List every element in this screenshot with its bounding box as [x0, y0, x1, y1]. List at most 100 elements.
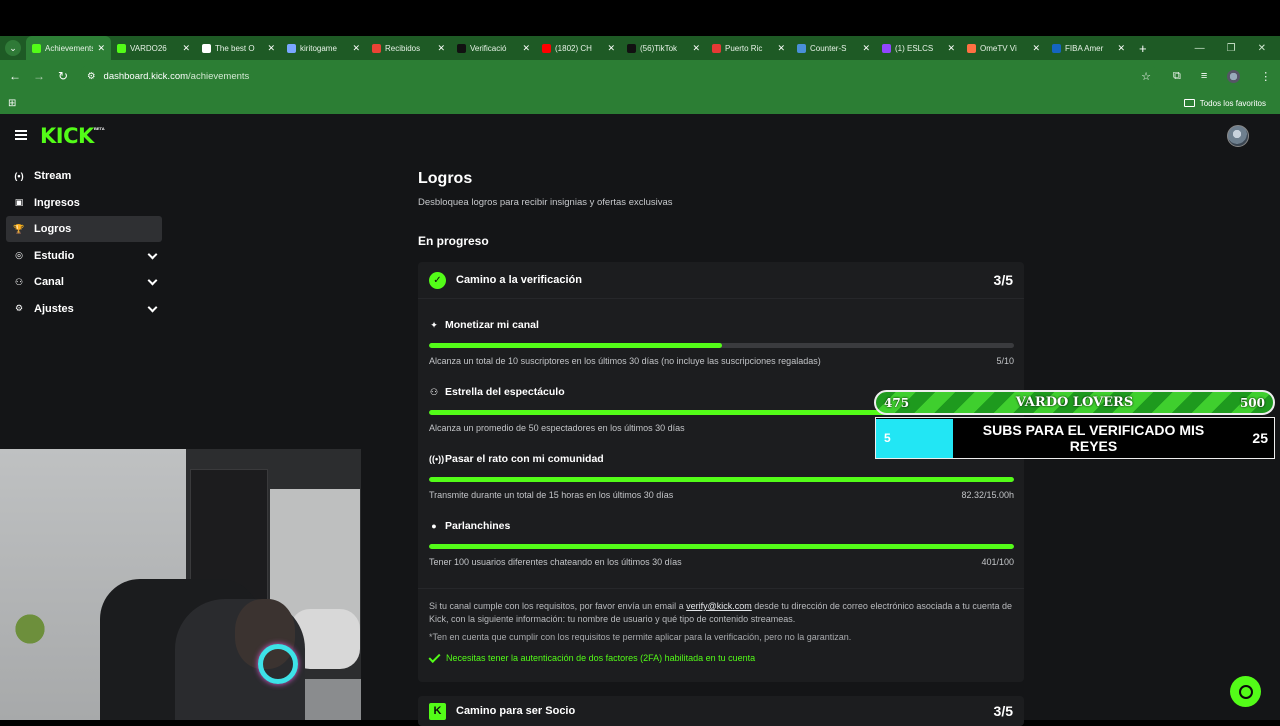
goal-progress-bar — [429, 343, 1014, 348]
goal-title-text: Monetizar mi canal — [445, 319, 539, 331]
reload-button[interactable]: ↻ — [51, 69, 75, 83]
tab-title: (1802) CH — [555, 43, 592, 53]
sidebar-item-estudio[interactable]: ◎ Estudio — [6, 243, 162, 269]
tab-list: Achievements ✕ VARDO26 ✕ The best O ✕ kiritoga… — [26, 36, 1131, 60]
verify-goal-overlay: 5 SUBS PARA EL VERIFICADO MIS REYES 25 — [875, 417, 1275, 459]
sidebar-item-stream[interactable]: (•) Stream — [6, 163, 162, 189]
live-icon: ((•)) — [429, 454, 445, 464]
more-menu-icon[interactable]: ⋮ — [1260, 70, 1271, 83]
tab-favicon-icon — [712, 43, 721, 53]
sidebar-item-canal[interactable]: ⚇ Canal — [6, 269, 162, 295]
card-header[interactable]: ✓ Camino a la verificación 3/5 — [418, 262, 1024, 299]
folder-icon — [1183, 99, 1195, 107]
minimize-icon[interactable]: — — [1195, 43, 1205, 54]
goal-description: Tener 100 usuarios diferentes chateando … — [429, 557, 682, 567]
profile-avatar[interactable] — [1227, 69, 1241, 83]
browser-tab[interactable]: (1802) CH ✕ — [536, 36, 621, 60]
browser-tab[interactable]: FIBA Amer ✕ — [1046, 36, 1131, 60]
goal-progress-fill — [429, 544, 1014, 549]
maximize-icon[interactable]: ❐ — [1227, 43, 1236, 54]
tab-title: Recibidos — [385, 43, 421, 53]
browser-tab[interactable]: (1) ESLCS ✕ — [876, 36, 961, 60]
all-bookmarks-button[interactable]: Todos los favoritos — [1183, 99, 1280, 108]
tab-title: The best O — [215, 43, 255, 53]
tab-favicon-icon — [627, 43, 636, 53]
browser-tab[interactable]: (56)TikTok ✕ — [621, 36, 706, 60]
address-toolbar: ← → ↻ ⚙ dashboard.kick.com/achievements … — [0, 60, 1280, 92]
gear-icon: ⚙ — [14, 303, 24, 313]
page-subtitle: Desbloquea logros para recibir insignias… — [418, 197, 673, 208]
check-icon — [428, 650, 441, 663]
sidebar-item-ingresos[interactable]: ▣ Ingresos — [6, 190, 162, 216]
url-host: dashboard.kick.com — [103, 70, 189, 82]
chevron-down-icon[interactable] — [147, 302, 158, 312]
verified-badge-icon: ✓ — [429, 271, 446, 289]
goal-value: 401/100 — [981, 557, 1014, 567]
browser-tab[interactable]: VARDO26 ✕ — [111, 36, 196, 60]
close-tab-icon[interactable]: ✕ — [182, 43, 190, 54]
tab-favicon-icon — [882, 43, 891, 53]
tab-favicon-icon — [542, 43, 551, 53]
user-avatar[interactable] — [1227, 125, 1249, 147]
top-nav: KICK BETA — [0, 114, 1280, 158]
menu-icon[interactable] — [15, 130, 27, 140]
media-control-icon[interactable]: ≡ — [1201, 70, 1207, 82]
close-tab-icon[interactable]: ✕ — [1032, 43, 1040, 54]
forward-button[interactable]: → — [27, 69, 51, 83]
close-tab-icon[interactable]: ✕ — [777, 43, 785, 54]
section-title: En progreso — [418, 234, 489, 248]
close-tab-icon[interactable]: ✕ — [437, 43, 445, 54]
extensions-icon[interactable]: ⧉ — [1173, 70, 1181, 83]
new-tab-button[interactable]: + — [1131, 41, 1155, 56]
twofa-requirement: Necesitas tener la autenticación de dos … — [428, 650, 1014, 663]
url-path: /achievements — [188, 70, 250, 82]
back-button[interactable]: ← — [3, 69, 27, 83]
browser-tab[interactable]: kiritogame ✕ — [281, 36, 366, 60]
tab-favicon-icon — [797, 43, 806, 53]
close-tab-icon[interactable]: ✕ — [692, 43, 700, 54]
goal-description: Alcanza un total de 10 suscriptores en l… — [429, 356, 821, 366]
support-button[interactable] — [1230, 676, 1261, 707]
partner-card[interactable]: K Camino para ser Socio 3/5 — [418, 696, 1024, 726]
browser-tab[interactable]: Counter-S ✕ — [791, 36, 876, 60]
webcam-overlay — [0, 449, 361, 720]
tab-search-button[interactable]: ⌄ — [0, 36, 26, 60]
close-tab-icon[interactable]: ✕ — [607, 43, 615, 54]
site-info-icon[interactable]: ⚙ — [87, 71, 96, 82]
apps-grid-icon[interactable]: ⊞ — [0, 98, 16, 109]
verification-note: *Ten en cuenta que cumplir con los requi… — [429, 632, 852, 642]
tab-favicon-icon — [967, 43, 976, 53]
sidebar-item-ajustes[interactable]: ⚙ Ajustes — [6, 296, 162, 322]
browser-tab[interactable]: Verificació ✕ — [451, 36, 536, 60]
browser-tab[interactable]: OmeTV Vi ✕ — [961, 36, 1046, 60]
close-tab-icon[interactable]: ✕ — [97, 43, 105, 54]
close-tab-icon[interactable]: ✕ — [1117, 43, 1125, 54]
browser-tab[interactable]: Puerto Ric ✕ — [706, 36, 791, 60]
url-bar[interactable]: ⚙ dashboard.kick.com/achievements ☆ — [79, 65, 1159, 87]
revenue-icon: ▣ — [14, 197, 24, 207]
close-window-icon[interactable]: ✕ — [1258, 43, 1266, 54]
chevron-down-icon[interactable] — [147, 275, 158, 286]
browser-tab[interactable]: The best O ✕ — [196, 36, 281, 60]
tab-title: FIBA Amer — [1065, 43, 1104, 53]
bookmark-star-icon[interactable]: ☆ — [1141, 70, 1151, 83]
verify-goal-target: 25 — [1252, 430, 1268, 446]
verify-email-link[interactable]: verify@kick.com — [686, 601, 752, 611]
browser-tab[interactable]: Recibidos ✕ — [366, 36, 451, 60]
goal-title-text: Pasar el rato con mi comunidad — [445, 453, 604, 465]
close-tab-icon[interactable]: ✕ — [862, 43, 870, 54]
close-tab-icon[interactable]: ✕ — [947, 43, 955, 54]
browser-tab[interactable]: Achievements ✕ — [26, 36, 111, 60]
sidebar-item-logros[interactable]: 🏆 Logros — [6, 216, 162, 242]
goal-title-text: Estrella del espectáculo — [445, 386, 565, 398]
chevron-down-icon[interactable] — [147, 249, 158, 259]
kick-logo[interactable]: KICK — [40, 124, 94, 148]
tab-favicon-icon — [287, 43, 296, 53]
partner-card-title: Camino para ser Socio — [456, 705, 576, 717]
close-tab-icon[interactable]: ✕ — [522, 43, 530, 54]
partner-card-count: 3/5 — [993, 703, 1013, 719]
close-tab-icon[interactable]: ✕ — [267, 43, 275, 54]
bookmarks-bar: ⊞ Todos los favoritos — [0, 92, 1280, 114]
sidebar-item-label: Stream — [34, 170, 72, 182]
close-tab-icon[interactable]: ✕ — [352, 43, 360, 54]
